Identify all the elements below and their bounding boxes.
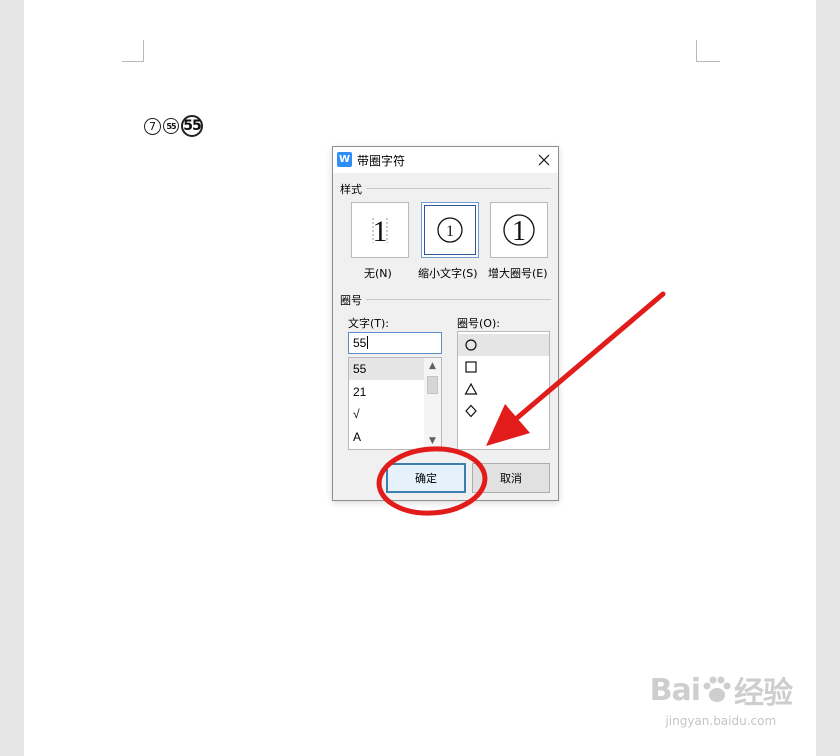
shape-option-diamond[interactable] xyxy=(458,400,549,422)
margin-mark-top-right xyxy=(696,40,720,62)
scroll-thumb[interactable] xyxy=(427,376,438,394)
enclosure-group-label: 圈号 xyxy=(340,294,362,307)
plain-glyph-icon: 1 xyxy=(372,215,388,248)
text-list-scrollbar[interactable]: ▲ ▼ xyxy=(424,358,441,449)
svg-text:1: 1 xyxy=(512,216,526,247)
circled-char-55-large: 55 xyxy=(181,115,203,137)
watermark-brand-right: 经验 xyxy=(734,676,793,711)
scroll-up-arrow-icon[interactable]: ▲ xyxy=(424,359,441,373)
circled-large-glyph-icon: 1 xyxy=(503,214,535,247)
circle-shape-icon xyxy=(465,339,477,351)
dialog-titlebar: W 带圈字符 xyxy=(333,147,558,173)
style-option-shrink-text[interactable]: 1 xyxy=(421,202,479,258)
cancel-button[interactable]: 取消 xyxy=(472,463,550,493)
shape-option-circle[interactable] xyxy=(458,334,549,356)
watermark-brand-left: Bai xyxy=(649,672,701,708)
style-option-enlarge-label: 增大圈号(E) xyxy=(488,267,548,280)
svg-text:1: 1 xyxy=(446,223,454,240)
text-options-list[interactable]: 55 21 √ A ▲ ▼ xyxy=(348,357,442,450)
wps-writer-icon: W xyxy=(337,152,352,167)
shape-option-square[interactable] xyxy=(458,356,549,378)
shape-options-list[interactable] xyxy=(457,331,550,450)
diamond-shape-icon xyxy=(465,404,477,418)
close-icon xyxy=(538,154,550,166)
circled-char-55-small: 55 xyxy=(163,118,179,134)
list-item[interactable]: A xyxy=(349,426,424,448)
ok-button[interactable]: 确定 xyxy=(386,463,466,493)
square-shape-icon xyxy=(465,361,477,373)
circled-characters-dialog: W 带圈字符 样式 1 1 1 无(N) 缩小文字(S) 增大圈号(E) 圈号 … xyxy=(332,146,559,501)
triangle-shape-icon xyxy=(464,382,478,395)
close-button[interactable] xyxy=(534,150,554,170)
watermark-logo: Bai 经验 xyxy=(649,668,793,712)
style-option-none-label: 无(N) xyxy=(364,267,392,280)
enclosure-group-divider xyxy=(366,299,551,300)
style-option-enlarge-circle[interactable]: 1 xyxy=(490,202,548,258)
svg-text:1: 1 xyxy=(373,215,388,248)
document-text-line: 7 55 55 xyxy=(144,115,203,137)
list-item[interactable]: 21 xyxy=(349,381,424,403)
baidu-jingyan-watermark: Bai 经验 jingyan.baidu.com xyxy=(649,668,793,729)
style-option-none[interactable]: 1 xyxy=(351,202,409,258)
margin-mark-top-left xyxy=(122,40,144,62)
shape-list-label: 圈号(O): xyxy=(457,317,500,330)
circled-char-7: 7 xyxy=(144,117,161,135)
list-item[interactable]: √ xyxy=(349,403,424,425)
text-caret xyxy=(367,336,369,349)
style-group-divider xyxy=(366,188,551,189)
style-group-label: 样式 xyxy=(340,183,362,196)
style-option-shrink-label: 缩小文字(S) xyxy=(418,267,478,280)
watermark-url: jingyan.baidu.com xyxy=(665,714,777,728)
dialog-title: 带圈字符 xyxy=(357,154,406,168)
list-item[interactable]: 55 xyxy=(349,358,424,380)
circled-small-glyph-icon: 1 xyxy=(437,217,463,243)
text-field-label: 文字(T): xyxy=(348,317,390,330)
shape-option-triangle[interactable] xyxy=(458,378,549,400)
paw-icon xyxy=(703,676,731,702)
text-input-value: 55 xyxy=(353,336,367,350)
text-input[interactable]: 55 xyxy=(348,332,442,354)
scroll-down-arrow-icon[interactable]: ▼ xyxy=(424,434,441,448)
